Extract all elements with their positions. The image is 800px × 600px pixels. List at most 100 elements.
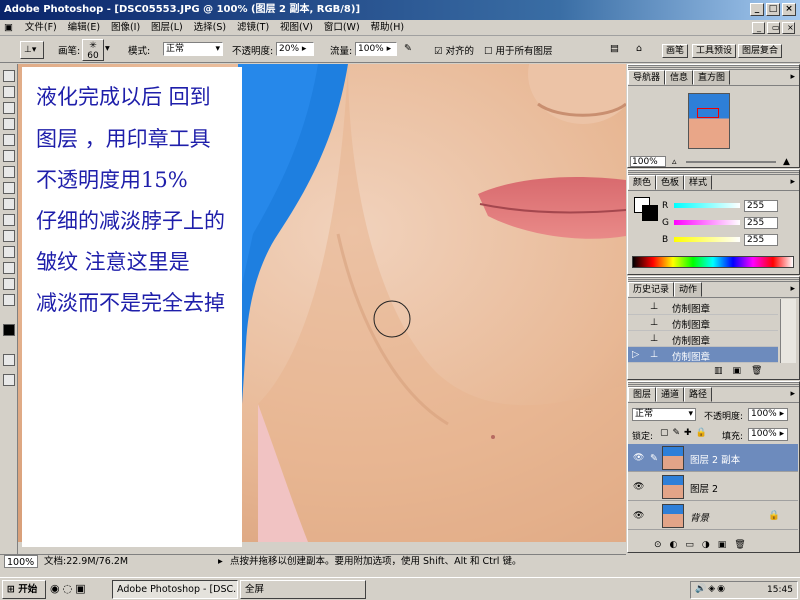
- doc-size[interactable]: 文档:22.9M/76.2M: [44, 555, 128, 568]
- layer-name[interactable]: 图层 2 副本: [690, 452, 740, 466]
- shape-tool[interactable]: [3, 230, 15, 242]
- layer-name[interactable]: 图层 2: [690, 481, 718, 495]
- opacity-field[interactable]: 20% ▸: [276, 42, 314, 56]
- zoom-tool[interactable]: [3, 294, 15, 306]
- fill-field[interactable]: 100% ▸: [748, 428, 788, 441]
- flow-field[interactable]: 100% ▸: [355, 42, 397, 56]
- menu-layer[interactable]: 图层(L): [147, 20, 187, 36]
- r-slider[interactable]: [674, 203, 740, 208]
- gradient-tool[interactable]: [3, 166, 15, 178]
- doc-close-button[interactable]: ×: [782, 22, 795, 34]
- history-item[interactable]: ⊥ 仿制图章: [628, 299, 778, 315]
- tab-info[interactable]: 信息: [665, 70, 694, 85]
- g-slider[interactable]: [674, 220, 740, 225]
- start-button[interactable]: ⊞ 开始: [2, 580, 46, 599]
- lasso-tool[interactable]: [3, 86, 15, 98]
- history-item-selected[interactable]: ▷ ⊥ 仿制图章: [628, 347, 778, 363]
- b-value[interactable]: 255: [744, 234, 778, 246]
- mode-select[interactable]: 正常 ▾: [163, 42, 223, 56]
- taskbar-fullscreen-button[interactable]: 全屏: [240, 580, 366, 599]
- foreground-color-swatch[interactable]: [3, 324, 15, 336]
- navigator-zoom-field[interactable]: 100%: [630, 156, 666, 167]
- palette-well-icon[interactable]: ⌂: [636, 43, 642, 54]
- layer-row[interactable]: 👁 背景 🔒: [628, 502, 798, 530]
- r-value[interactable]: 255: [744, 200, 778, 212]
- maximize-button[interactable]: □: [766, 3, 780, 16]
- clone-stamp-preset-button[interactable]: ⊥▾: [20, 41, 44, 59]
- tab-actions[interactable]: 动作: [674, 282, 703, 297]
- marquee-tool[interactable]: [3, 70, 15, 82]
- lock-icons[interactable]: ▢✎✚🔒: [660, 428, 711, 438]
- menu-filter[interactable]: 滤镜(T): [233, 20, 273, 36]
- zoom-field[interactable]: 100%: [4, 555, 38, 568]
- play-icon[interactable]: ▸: [218, 555, 223, 568]
- zoom-out-icon[interactable]: ▵: [672, 157, 677, 167]
- quick-mask-icon[interactable]: [3, 354, 15, 366]
- healing-tool[interactable]: [3, 118, 15, 130]
- eye-icon[interactable]: 👁: [633, 482, 644, 492]
- tab-layers[interactable]: 图层: [628, 387, 657, 402]
- all-layers-checkbox[interactable]: ☐ 用于所有图层: [484, 43, 553, 57]
- type-tool[interactable]: [3, 198, 15, 210]
- tab-channels[interactable]: 通道: [656, 387, 685, 402]
- menu-select[interactable]: 选择(S): [190, 20, 230, 36]
- tab-histogram[interactable]: 直方图: [693, 70, 731, 85]
- panel-menu-icon[interactable]: ▸: [790, 72, 795, 82]
- tab-layer-comps[interactable]: 图层复合: [738, 44, 783, 58]
- window-title-bar[interactable]: Adobe Photoshop - [DSC05553.JPG @ 100% (…: [0, 0, 800, 20]
- history-scrollbar[interactable]: [780, 299, 796, 363]
- aligned-checkbox[interactable]: ☑ 对齐的: [434, 43, 474, 57]
- file-browser-icon[interactable]: ▤: [610, 43, 619, 54]
- dodge-tool[interactable]: [3, 182, 15, 194]
- eraser-tool[interactable]: [3, 150, 15, 162]
- history-item[interactable]: ⊥ 仿制图章: [628, 331, 778, 347]
- menu-file[interactable]: 文件(F): [21, 20, 61, 36]
- layer-name[interactable]: 背景: [690, 510, 709, 524]
- tab-navigator[interactable]: 导航器: [628, 70, 666, 85]
- zoom-in-icon[interactable]: ▲: [783, 157, 790, 167]
- layer-row[interactable]: 👁 ✎ 图层 2 副本: [628, 444, 798, 472]
- menu-help[interactable]: 帮助(H): [367, 20, 409, 36]
- tab-color[interactable]: 颜色: [628, 175, 657, 190]
- ps-icon[interactable]: ▣: [0, 20, 18, 36]
- clone-stamp-tool[interactable]: [3, 134, 15, 146]
- tab-brushes[interactable]: 画笔: [662, 44, 689, 58]
- navigator-thumbnail[interactable]: [688, 93, 730, 149]
- tab-history[interactable]: 历史记录: [628, 282, 675, 297]
- eye-icon[interactable]: 👁: [633, 511, 644, 521]
- navigator-zoom-slider[interactable]: [686, 161, 776, 163]
- background-swatch[interactable]: [642, 205, 658, 221]
- panel-menu-icon[interactable]: ▸: [790, 389, 795, 399]
- tab-tool-presets[interactable]: 工具预设: [692, 44, 737, 58]
- tab-paths[interactable]: 路径: [684, 387, 713, 402]
- navigator-view-box[interactable]: [697, 108, 719, 118]
- doc-restore-button[interactable]: ▭: [767, 22, 780, 34]
- tray-icons[interactable]: 🔊◈◉: [695, 584, 727, 594]
- close-button[interactable]: ×: [782, 3, 796, 16]
- history-buttons[interactable]: ▥▣🗑: [714, 366, 772, 376]
- menu-image[interactable]: 图像(I): [107, 20, 144, 36]
- menu-edit[interactable]: 编辑(E): [64, 20, 104, 36]
- doc-minimize-button[interactable]: _: [752, 22, 765, 34]
- taskbar-photoshop-button[interactable]: Adobe Photoshop - [DSC...: [112, 580, 238, 599]
- layer-opacity-field[interactable]: 100% ▸: [748, 408, 788, 421]
- brush-picker[interactable]: ✳ 60: [82, 39, 104, 61]
- layer-buttons[interactable]: ⊙◐▭◑▣🗑: [654, 540, 754, 550]
- minimize-button[interactable]: _: [750, 3, 764, 16]
- b-slider[interactable]: [674, 237, 740, 242]
- screen-mode-icon[interactable]: [3, 374, 15, 386]
- notes-tool[interactable]: [3, 246, 15, 258]
- chevron-down-icon[interactable]: ▾: [105, 43, 110, 54]
- menu-window[interactable]: 窗口(W): [320, 20, 364, 36]
- quick-launch-icons[interactable]: ◉◌▣: [50, 582, 89, 595]
- menu-view[interactable]: 视图(V): [276, 20, 317, 36]
- history-item[interactable]: ⊥ 仿制图章: [628, 315, 778, 331]
- eye-icon[interactable]: 👁: [633, 453, 644, 463]
- panel-menu-icon[interactable]: ▸: [790, 177, 795, 187]
- layer-row[interactable]: 👁 图层 2: [628, 473, 798, 501]
- panel-menu-icon[interactable]: ▸: [790, 284, 795, 294]
- hand-tool[interactable]: [3, 278, 15, 290]
- tab-styles[interactable]: 样式: [684, 175, 713, 190]
- eyedropper-tool[interactable]: [3, 262, 15, 274]
- pen-tool[interactable]: [3, 214, 15, 226]
